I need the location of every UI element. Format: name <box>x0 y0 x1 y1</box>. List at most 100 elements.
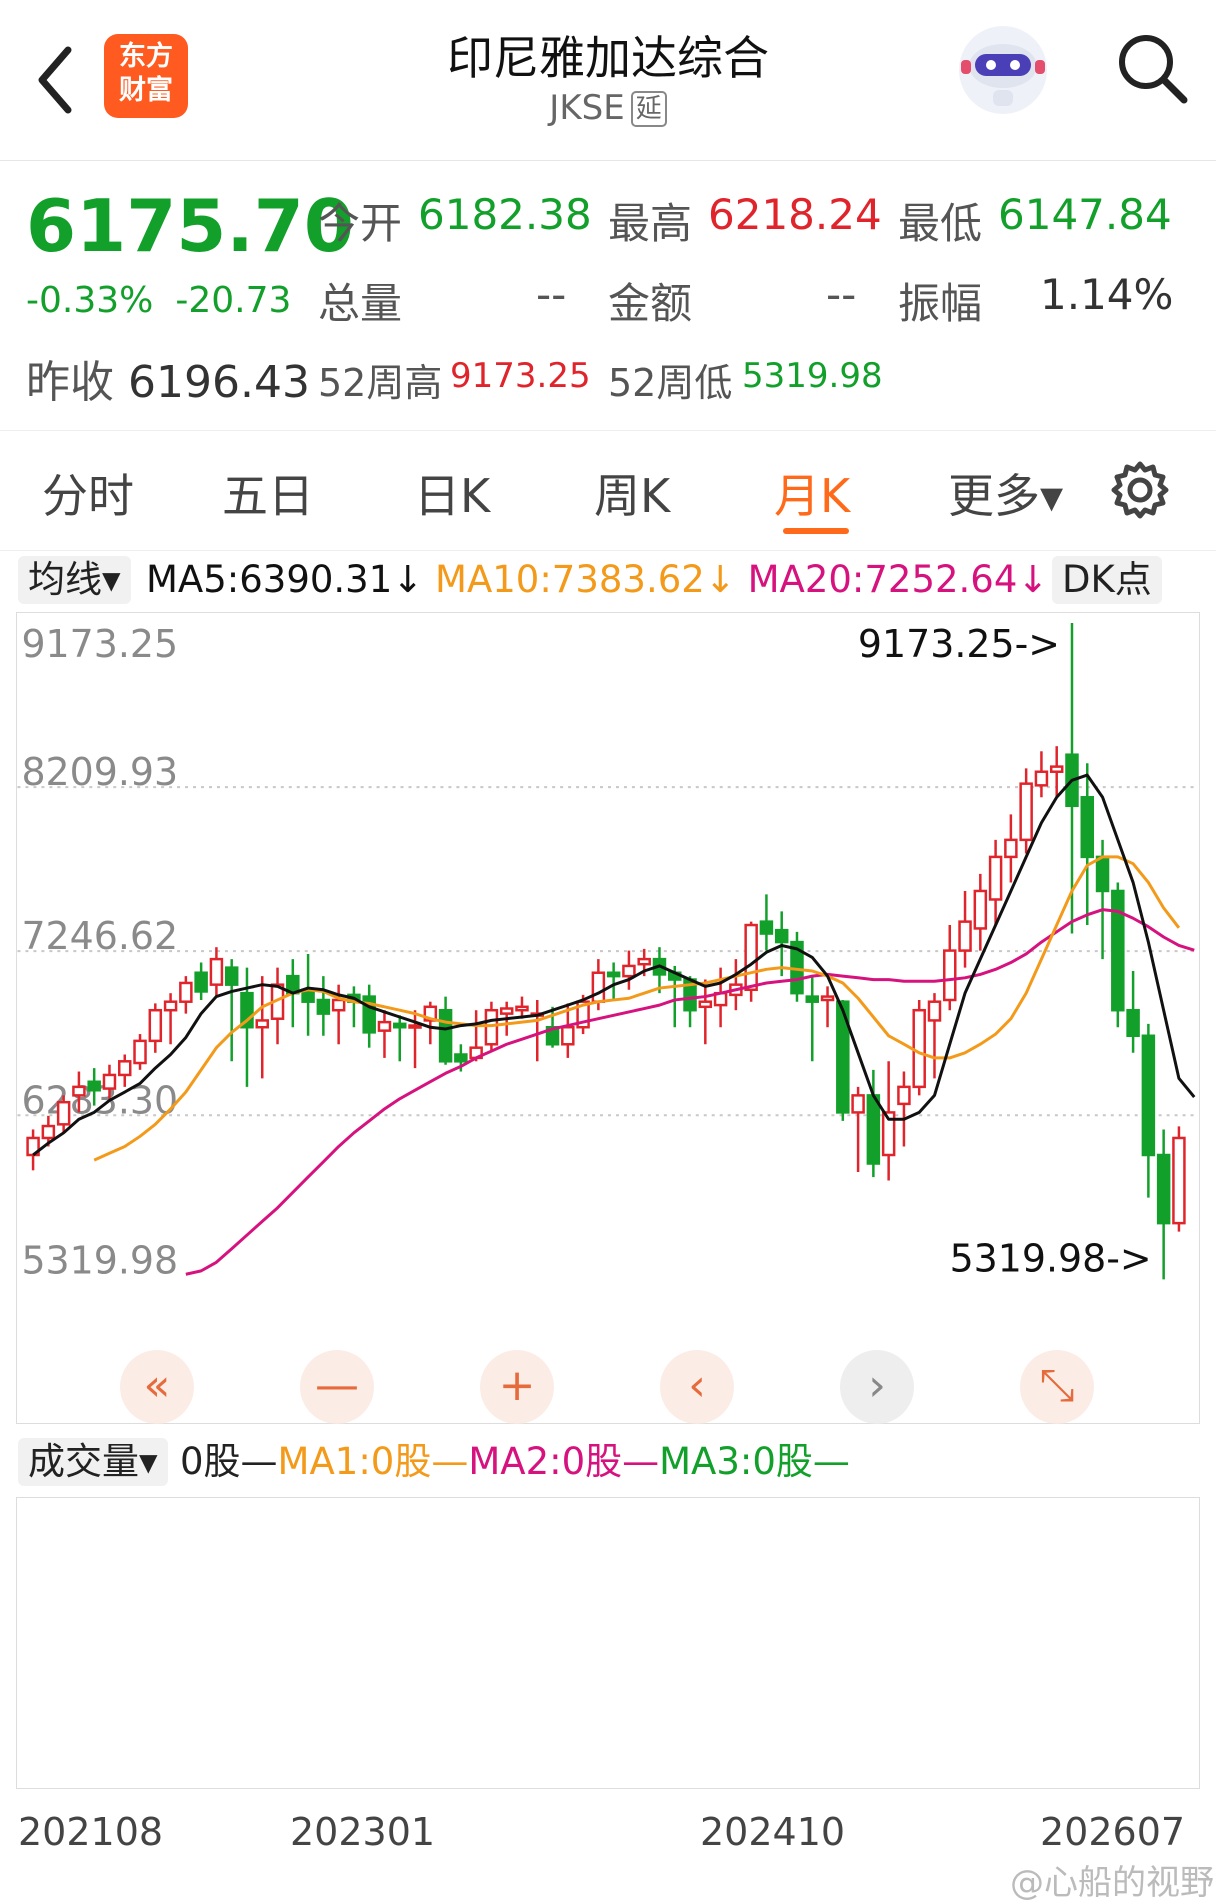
search-icon[interactable] <box>1112 28 1192 108</box>
candle-body <box>943 949 957 1002</box>
candle-body <box>194 971 208 993</box>
candle-body <box>515 1005 529 1012</box>
high-value: 6218.24 <box>708 190 882 239</box>
candle-body <box>851 1094 865 1114</box>
candle-body <box>454 1053 468 1063</box>
tab-five-day[interactable]: 五日 <box>222 460 314 526</box>
scroll-far-left-button[interactable]: « <box>120 1350 194 1424</box>
candle-body <box>1141 1034 1156 1157</box>
stock-code: JKSE <box>549 88 625 128</box>
high-label: 最高 <box>608 199 693 248</box>
tab-more[interactable]: 更多▾ <box>948 460 1063 526</box>
ma20-line <box>185 908 1195 1276</box>
candle-body <box>866 1094 881 1165</box>
ma20-value: MA20:7252.64↓ <box>747 558 1049 601</box>
candle-body <box>759 920 774 935</box>
candle-body <box>209 957 224 986</box>
scroll-left-button[interactable]: ‹ <box>660 1350 734 1424</box>
scroll-right-button[interactable]: › <box>840 1350 914 1424</box>
candle-body <box>912 1008 926 1089</box>
candle-body <box>1004 838 1018 859</box>
candle-body <box>163 1000 178 1012</box>
settings-gear-icon[interactable] <box>1108 458 1172 522</box>
candle-body <box>958 920 972 952</box>
candle-body <box>224 966 239 986</box>
candle-body <box>1111 889 1125 1012</box>
candle-body <box>606 971 621 978</box>
candle-body <box>133 1039 147 1065</box>
amount-value: -- <box>826 270 857 319</box>
amplitude-value: 1.14% <box>1040 270 1174 319</box>
amount-label: 金额 <box>608 279 693 328</box>
prev-close-label: 昨收 <box>26 357 114 408</box>
candle-body <box>698 1000 713 1009</box>
candle-body <box>897 1085 911 1106</box>
candle-body <box>56 1100 71 1126</box>
amplitude-label: 振幅 <box>898 279 983 328</box>
volume-value: -- <box>536 270 567 319</box>
candle-body <box>973 889 988 930</box>
y-tick-label: 9173.25 <box>21 622 178 666</box>
dk-point-button[interactable]: DK点 <box>1052 556 1162 604</box>
volume-values: 0股—MA1:0股—MA2:0股—MA3:0股— <box>180 1438 850 1486</box>
candle-body <box>393 1022 407 1029</box>
volume-label: 总量 <box>318 279 403 328</box>
volume-current: 0股— <box>180 1440 278 1483</box>
w52-high-label: 52周高 <box>318 361 443 405</box>
volume-chart <box>16 1497 1200 1789</box>
x-label: 202607 <box>1040 1810 1186 1854</box>
candle-body <box>805 995 820 1003</box>
tab-monthly-k[interactable]: 月K <box>774 460 850 526</box>
open-label: 今开 <box>318 199 403 248</box>
tab-weekly-k[interactable]: 周K <box>594 460 670 526</box>
candle-body <box>820 995 835 1002</box>
volume-selector[interactable]: 成交量▾ <box>18 1438 168 1486</box>
monthly-kline-chart[interactable]: 9173.258209.937246.626283.305319.989173.… <box>16 612 1200 1424</box>
change-percent: -0.33% <box>26 280 154 321</box>
w52-high-value: 9173.25 <box>450 356 591 396</box>
candle-body <box>1126 1008 1140 1038</box>
active-tab-indicator <box>783 528 849 534</box>
w52-low-value: 5319.98 <box>742 356 883 396</box>
candle-body <box>622 964 636 978</box>
candle-body <box>774 928 789 944</box>
x-label: 202108 <box>18 1810 164 1854</box>
change-value: -20.73 <box>175 280 292 321</box>
candle-body <box>1172 1136 1186 1225</box>
volume-ma2: MA2:0股— <box>468 1440 660 1483</box>
volume-ma1: MA1:0股— <box>277 1440 469 1483</box>
candle-body <box>561 1025 575 1046</box>
chart-nav-buttons: « — + ‹ › ⤡ <box>0 1350 1216 1430</box>
period-tabs: 分时 五日 日K 周K 月K 更多▾ <box>0 440 1216 551</box>
candle-body <box>72 1085 86 1097</box>
candle-body <box>102 1073 117 1090</box>
open-value: 6182.38 <box>418 190 592 239</box>
quote-panel: 6175.70 -0.33% -20.73 昨收 6196.43 今开 6182.… <box>0 160 1216 431</box>
candle-body <box>255 1019 269 1029</box>
x-label: 202410 <box>700 1810 846 1854</box>
top-header: 东方 财富 印尼雅加达综合 JKSE 延 <box>0 0 1216 161</box>
candle-body <box>1080 796 1095 859</box>
ma-selector[interactable]: 均线▾ <box>18 556 131 604</box>
candle-body <box>637 957 651 966</box>
zoom-in-button[interactable]: + <box>480 1350 554 1424</box>
assistant-robot-icon[interactable] <box>955 22 1051 118</box>
zoom-out-button[interactable]: — <box>300 1350 374 1424</box>
low-label: 最低 <box>898 199 983 248</box>
candle-body <box>499 1007 514 1015</box>
candle-body <box>1049 765 1064 773</box>
tab-intraday[interactable]: 分时 <box>42 460 134 526</box>
y-tick-label: 7246.62 <box>21 914 178 958</box>
x-axis-labels: 202108 202301 202410 202607 <box>0 1810 1216 1860</box>
volume-ma3: MA3:0股— <box>659 1440 850 1483</box>
candle-body <box>438 1008 453 1063</box>
fullscreen-button[interactable]: ⤡ <box>1020 1350 1094 1424</box>
candle-body <box>117 1060 132 1077</box>
x-label: 202301 <box>290 1810 436 1854</box>
tab-daily-k[interactable]: 日K <box>414 460 490 526</box>
y-tick-label: 5319.98 <box>21 1238 178 1282</box>
candle-body <box>1095 855 1110 893</box>
candle-body <box>87 1080 101 1092</box>
candle-body <box>179 981 193 1003</box>
candle-body <box>1034 770 1049 787</box>
